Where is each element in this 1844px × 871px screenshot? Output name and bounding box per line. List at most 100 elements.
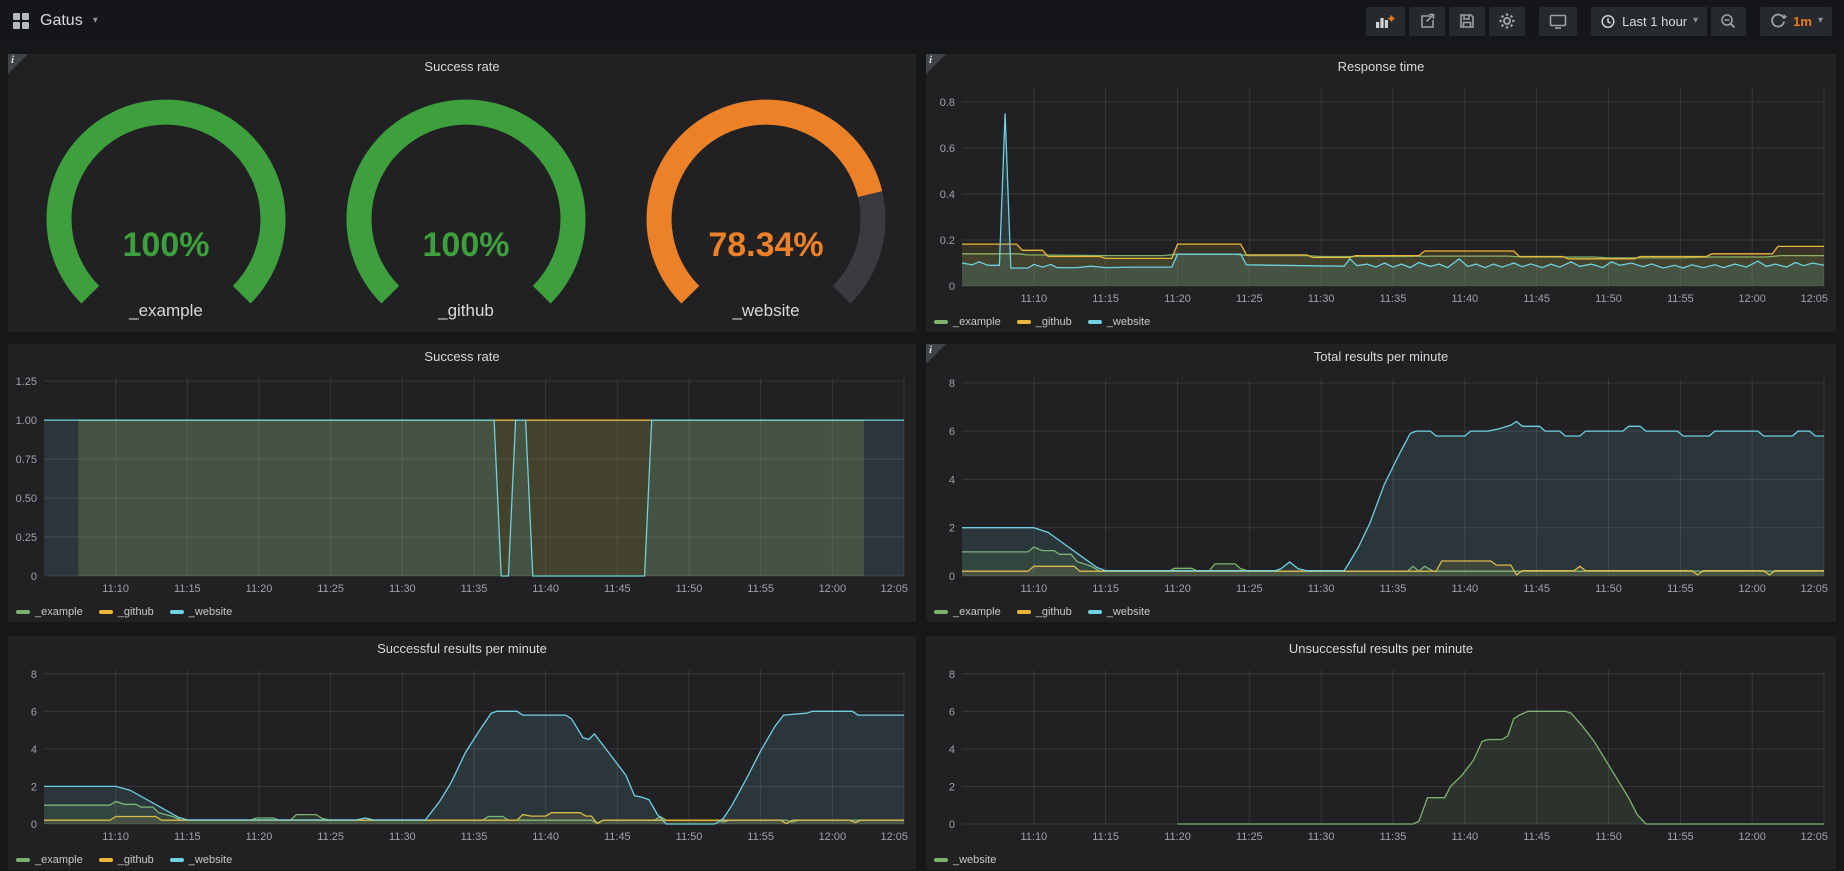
svg-text:11:10: 11:10 <box>1020 831 1047 843</box>
total-results-chart[interactable]: 0246811:1011:1511:2011:2511:3011:3511:40… <box>926 368 1836 622</box>
add-panel-button[interactable] <box>1366 7 1405 36</box>
legend-series-dash <box>934 320 948 324</box>
success-rate-chart[interactable]: 00.250.500.751.001.2511:1011:1511:2011:2… <box>8 368 916 622</box>
legend-series-dash <box>934 858 948 862</box>
info-corner-icon[interactable]: i <box>8 54 28 74</box>
svg-text:0.75: 0.75 <box>16 454 37 466</box>
chevron-down-icon: ▾ <box>1818 16 1823 26</box>
svg-text:11:35: 11:35 <box>461 583 488 595</box>
chart-legend: _example _github _website <box>934 606 1150 618</box>
svg-text:11:30: 11:30 <box>389 831 416 843</box>
legend-series-dash <box>1088 320 1102 324</box>
refresh-button[interactable]: 1m ▾ <box>1760 7 1832 36</box>
svg-text:11:25: 11:25 <box>1236 293 1263 305</box>
gear-icon <box>1498 12 1516 30</box>
svg-text:11:25: 11:25 <box>1236 583 1263 595</box>
legend-item[interactable]: _github <box>99 606 154 618</box>
save-button[interactable] <box>1449 7 1485 36</box>
time-range-button[interactable]: Last 1 hour ▾ <box>1591 7 1707 36</box>
svg-text:11:40: 11:40 <box>532 583 559 595</box>
legend-item[interactable]: _example <box>16 606 83 618</box>
panel-title[interactable]: Unsuccessful results per minute <box>926 636 1836 660</box>
svg-text:11:30: 11:30 <box>389 583 416 595</box>
svg-text:6: 6 <box>949 706 955 718</box>
gauge-value: 100% <box>123 226 210 264</box>
svg-text:12:00: 12:00 <box>819 583 847 595</box>
panel-title[interactable]: Successful results per minute <box>8 636 916 660</box>
gauge-website: 78.34%_website <box>616 80 916 337</box>
legend-item[interactable]: _website <box>170 854 232 866</box>
legend-item[interactable]: _github <box>1017 316 1072 328</box>
legend-series-dash <box>170 610 184 614</box>
zoom-out-button[interactable] <box>1711 7 1746 36</box>
svg-text:11:50: 11:50 <box>1595 831 1622 843</box>
chevron-down-icon[interactable]: ▾ <box>93 16 98 26</box>
panel-title[interactable]: Response time <box>926 54 1836 78</box>
svg-text:12:05: 12:05 <box>880 831 908 843</box>
legend-series-label: _website <box>1107 606 1150 618</box>
tv-mode-button[interactable] <box>1539 7 1577 36</box>
legend-item[interactable]: _example <box>934 316 1001 328</box>
svg-text:11:20: 11:20 <box>1164 831 1191 843</box>
legend-series-label: _website <box>189 606 232 618</box>
legend-series-label: _example <box>953 316 1001 328</box>
legend-item[interactable]: _website <box>170 606 232 618</box>
svg-text:11:30: 11:30 <box>1308 583 1335 595</box>
legend-item[interactable]: _website <box>1088 316 1150 328</box>
dashboard-title[interactable]: Gatus <box>40 12 83 30</box>
svg-text:11:25: 11:25 <box>1236 831 1263 843</box>
svg-text:11:45: 11:45 <box>604 583 631 595</box>
svg-text:11:40: 11:40 <box>1451 293 1478 305</box>
clock-icon <box>1600 13 1616 30</box>
svg-text:0: 0 <box>949 819 955 831</box>
add-panel-icon <box>1375 13 1396 29</box>
svg-text:11:15: 11:15 <box>1092 293 1119 305</box>
share-button[interactable] <box>1409 7 1445 36</box>
svg-text:8: 8 <box>949 378 955 390</box>
panel-title[interactable]: Success rate <box>8 54 916 78</box>
svg-text:11:40: 11:40 <box>532 831 559 843</box>
gauge-series-label: _example <box>128 301 203 320</box>
legend-item[interactable]: _website <box>1088 606 1150 618</box>
legend-series-dash <box>16 610 30 614</box>
legend-item[interactable]: _website <box>934 854 996 866</box>
dashboard-picker-grid-icon[interactable] <box>12 12 30 30</box>
chart-legend: _example _github _website <box>16 854 232 866</box>
svg-text:12:05: 12:05 <box>880 583 908 595</box>
svg-text:2: 2 <box>949 523 955 535</box>
svg-text:0: 0 <box>31 819 37 831</box>
panel-unsuccessful-results: Unsuccessful results per minute 0246811:… <box>926 636 1836 870</box>
svg-text:11:55: 11:55 <box>1667 293 1694 305</box>
response-time-chart[interactable]: 00.20.40.60.811:1011:1511:2011:2511:3011… <box>926 78 1836 332</box>
svg-text:6: 6 <box>949 426 955 438</box>
legend-item[interactable]: _github <box>99 854 154 866</box>
legend-series-dash <box>1088 610 1102 614</box>
svg-text:0: 0 <box>949 571 955 583</box>
info-corner-icon[interactable]: i <box>926 54 946 74</box>
legend-series-dash <box>1017 610 1031 614</box>
svg-text:11:55: 11:55 <box>747 831 774 843</box>
legend-item[interactable]: _example <box>16 854 83 866</box>
svg-text:11:10: 11:10 <box>102 583 129 595</box>
successful-results-chart[interactable]: 0246811:1011:1511:2011:2511:3011:3511:40… <box>8 660 916 870</box>
unsuccessful-results-chart[interactable]: 0246811:1011:1511:2011:2511:3011:3511:40… <box>926 660 1836 870</box>
legend-series-label: _example <box>953 606 1001 618</box>
svg-text:11:50: 11:50 <box>1595 293 1622 305</box>
svg-text:12:00: 12:00 <box>1738 831 1766 843</box>
svg-text:11:55: 11:55 <box>747 583 774 595</box>
info-corner-icon[interactable]: i <box>926 344 946 364</box>
settings-button[interactable] <box>1489 7 1525 36</box>
svg-text:11:20: 11:20 <box>1164 583 1191 595</box>
legend-series-label: _website <box>1107 316 1150 328</box>
legend-series-label: _github <box>118 854 154 866</box>
success-rate-gauges[interactable]: 100%_example100%_github78.34%_website <box>8 78 916 332</box>
legend-item[interactable]: _example <box>934 606 1001 618</box>
panel-title[interactable]: Total results per minute <box>926 344 1836 368</box>
legend-item[interactable]: _github <box>1017 606 1072 618</box>
legend-series-dash <box>99 610 113 614</box>
svg-text:11:35: 11:35 <box>1380 293 1407 305</box>
svg-text:0.4: 0.4 <box>940 189 955 201</box>
panel-title[interactable]: Success rate <box>8 344 916 368</box>
svg-text:0.8: 0.8 <box>940 97 955 109</box>
svg-text:11:55: 11:55 <box>1667 583 1694 595</box>
